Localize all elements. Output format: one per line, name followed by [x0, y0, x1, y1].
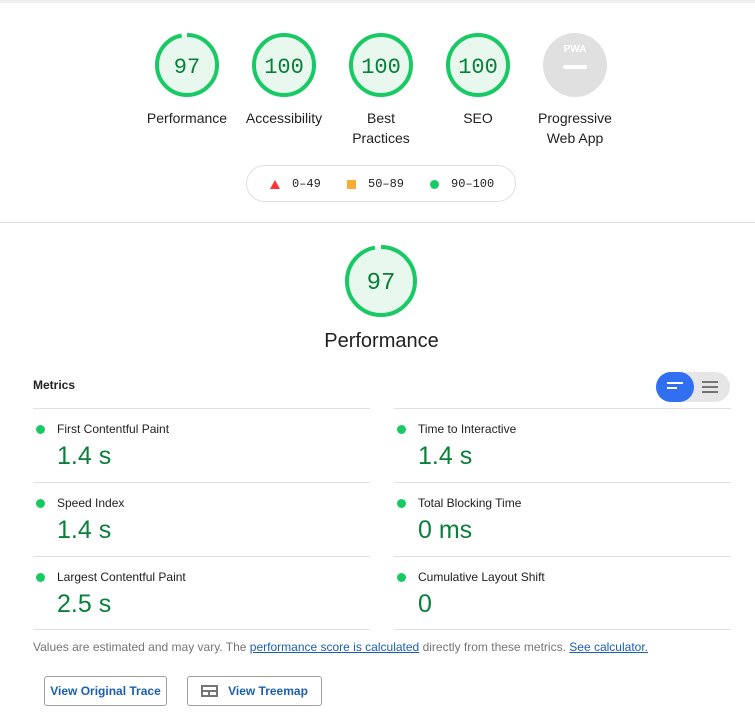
performance-score: 97 — [367, 270, 396, 297]
pwa-badge-icon: PWA — [543, 33, 607, 97]
legend-average: 50–89 — [347, 177, 404, 191]
category-gauges: 97 Performance 100 Accessibility 100 Bes… — [0, 32, 755, 152]
top-border — [0, 0, 755, 3]
metric-speed-index: Speed Index 1.4 s — [33, 482, 370, 557]
expanded-list-icon[interactable] — [702, 381, 718, 396]
circle-icon — [430, 179, 439, 189]
performance-title: Performance — [324, 330, 439, 352]
metrics-heading: Metrics — [33, 378, 76, 392]
pass-dot-icon — [397, 499, 406, 508]
metric-total-blocking-time: Total Blocking Time 0 ms — [394, 482, 731, 557]
metric-name: Time to Interactive — [418, 422, 517, 436]
label-best-practices: Best Practices — [352, 110, 410, 146]
legend-average-range: 50–89 — [368, 177, 405, 191]
see-calculator-link[interactable]: See calculator. — [569, 640, 648, 654]
compact-list-icon — [667, 382, 683, 392]
metrics-view-toggle[interactable] — [656, 372, 730, 402]
metric-name: Largest Contentful Paint — [57, 570, 186, 584]
metric-largest-contentful-paint: Largest Contentful Paint 2.5 s — [33, 556, 370, 631]
view-original-trace-label: View Original Trace — [50, 684, 161, 698]
score-ring-performance: 97 — [155, 33, 219, 97]
metric-cumulative-layout-shift: Cumulative Layout Shift 0 — [394, 556, 731, 631]
metric-value: 0 — [418, 590, 432, 618]
pass-dot-icon — [397, 425, 406, 434]
metric-value: 0 ms — [418, 516, 473, 544]
treemap-icon — [201, 685, 219, 697]
label-pwa: Progressive Web App — [538, 110, 612, 146]
pass-dot-icon — [36, 499, 45, 508]
view-treemap-label: View Treemap — [228, 684, 308, 698]
legend-fail: 0–49 — [270, 177, 321, 191]
metric-name: Cumulative Layout Shift — [418, 570, 545, 584]
metric-first-contentful-paint: First Contentful Paint 1.4 s — [33, 408, 370, 483]
compact-view-button[interactable] — [656, 372, 694, 402]
metric-name: Speed Index — [57, 496, 125, 510]
pwa-badge-text: PWA — [564, 44, 587, 55]
legend-pass: 90–100 — [430, 177, 494, 191]
metric-value: 1.4 s — [418, 442, 473, 470]
section-divider — [0, 222, 755, 223]
label-accessibility: Accessibility — [245, 110, 323, 126]
metrics-bottom-divider — [394, 629, 731, 630]
metrics-disclaimer: Values are estimated and may vary. The p… — [33, 640, 648, 654]
metric-time-to-interactive: Time to Interactive 1.4 s — [394, 408, 731, 483]
pass-dot-icon — [36, 425, 45, 434]
gauge-pwa[interactable]: PWA Progressive Web App — [520, 32, 630, 148]
pass-dot-icon — [397, 573, 406, 582]
view-treemap-button[interactable]: View Treemap — [187, 676, 322, 706]
score-ring-accessibility: 100 — [252, 33, 316, 97]
metric-value: 2.5 s — [57, 590, 112, 618]
square-icon — [347, 179, 356, 189]
triangle-icon — [270, 179, 280, 189]
performance-gauge: 97 — [344, 244, 418, 323]
score-ring-seo: 100 — [446, 33, 510, 97]
disclaimer-text: Values are estimated and may vary. The — [33, 640, 247, 654]
label-seo: SEO — [463, 110, 493, 126]
view-original-trace-button[interactable]: View Original Trace — [44, 676, 167, 706]
score-calculation-link[interactable]: performance score is calculated — [250, 640, 419, 654]
gauge-accessibility[interactable]: 100 Accessibility — [229, 32, 339, 128]
legend-fail-range: 0–49 — [292, 177, 321, 191]
label-performance: Performance — [146, 110, 228, 126]
score-scale-legend: 0–49 50–89 90–100 — [246, 165, 516, 202]
gauge-best-practices[interactable]: 100 Best Practices — [326, 32, 436, 148]
gauge-performance[interactable]: 97 Performance — [132, 32, 242, 128]
performance-score-ring: 97 — [345, 245, 417, 317]
score-performance: 97 — [174, 55, 200, 80]
metric-value: 1.4 s — [57, 516, 112, 544]
metric-name: First Contentful Paint — [57, 422, 170, 436]
metric-value: 1.4 s — [57, 442, 112, 470]
disclaimer-text-2: directly from these metrics. — [422, 640, 566, 654]
legend-pass-range: 90–100 — [451, 177, 495, 191]
metrics-bottom-divider — [33, 629, 370, 630]
score-seo: 100 — [458, 55, 498, 80]
pass-dot-icon — [36, 573, 45, 582]
score-ring-best-practices: 100 — [349, 33, 413, 97]
metric-name: Total Blocking Time — [418, 496, 522, 510]
gauge-seo[interactable]: 100 SEO — [423, 32, 533, 128]
score-best-practices: 100 — [361, 55, 401, 80]
score-accessibility: 100 — [264, 55, 304, 80]
